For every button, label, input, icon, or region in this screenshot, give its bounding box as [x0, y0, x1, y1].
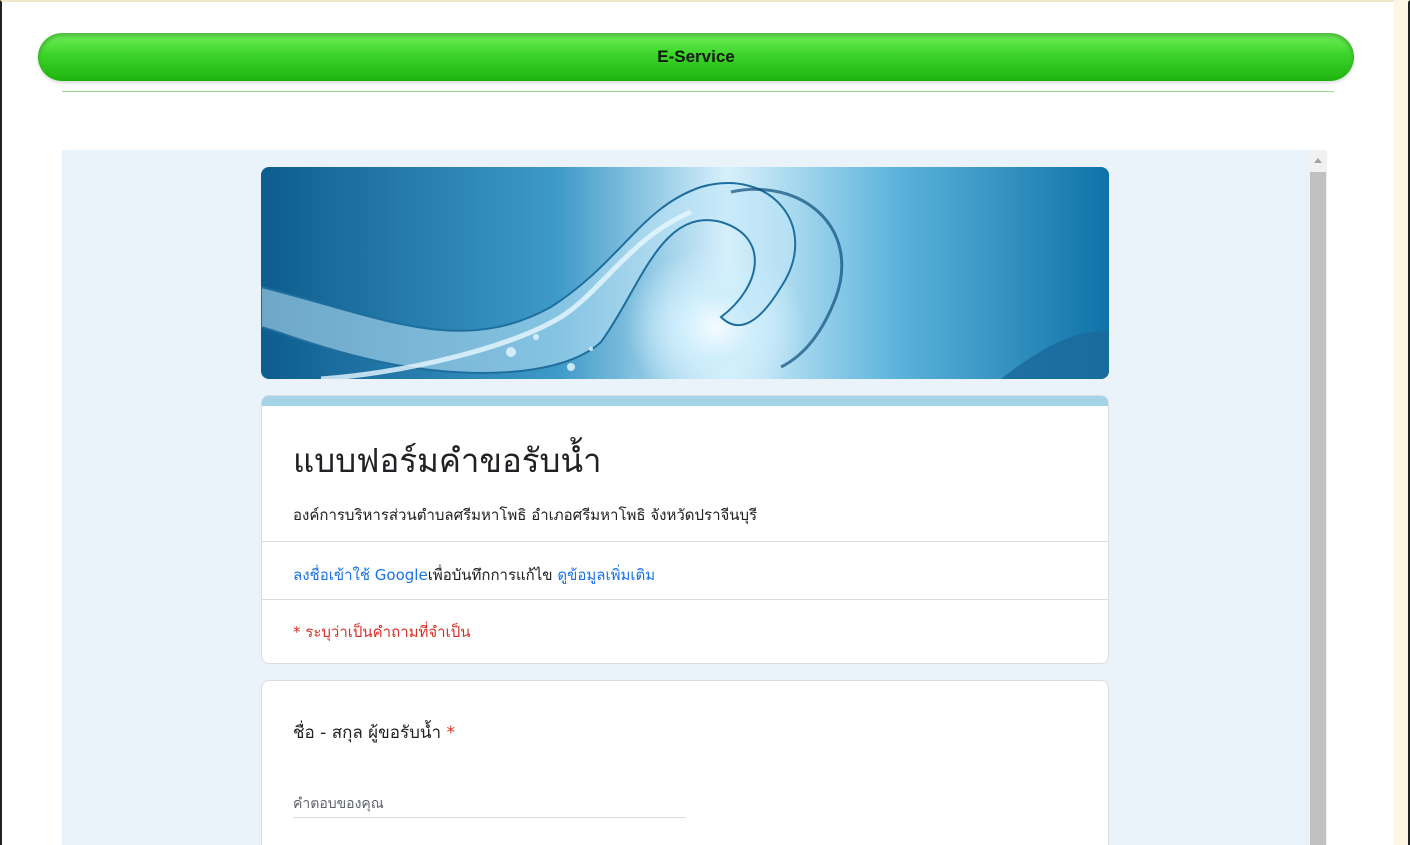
form-title-card: แบบฟอร์มคำขอรับน้ำ องค์การบริหารส่วนตำบล… — [261, 395, 1109, 664]
signin-line: ลงชื่อเข้าใช้ Googleเพื่อบันทึกการแก้ไข … — [293, 563, 655, 587]
learn-more-link[interactable]: ดูข้อมูลเพิ่มเติม — [557, 566, 655, 584]
question-card: ชื่อ - สกุล ผู้ขอรับน้ำ * คำตอบของคุณ — [261, 680, 1109, 845]
signin-link[interactable]: ลงชื่อเข้าใช้ Google — [293, 566, 428, 584]
page-edge — [1394, 0, 1408, 845]
triangle-up-icon[interactable] — [1314, 158, 1322, 163]
required-note: * ระบุว่าเป็นคำถามที่จำเป็น — [293, 623, 471, 641]
form-description: องค์การบริหารส่วนตำบลศรีมหาโพธิ อำเภอศรี… — [293, 506, 758, 524]
header-image — [261, 167, 1109, 379]
eservice-banner: E-Service — [38, 33, 1354, 81]
divider — [262, 599, 1108, 600]
water-splash-image — [261, 182, 1109, 379]
signin-text: เพื่อบันทึกการแก้ไข — [427, 566, 553, 584]
question-label: ชื่อ - สกุล ผู้ขอรับน้ำ * — [293, 719, 455, 746]
card-accent-bar — [262, 396, 1108, 406]
answer-placeholder: คำตอบของคุณ — [293, 796, 384, 812]
banner-title: E-Service — [657, 47, 735, 66]
divider — [262, 541, 1108, 542]
scroll-thumb[interactable] — [1310, 172, 1326, 845]
form-title: แบบฟอร์มคำขอรับน้ำ — [293, 441, 602, 480]
scrollbar[interactable] — [1309, 150, 1327, 845]
banner-divider — [62, 91, 1334, 92]
embedded-form-frame[interactable]: แบบฟอร์มคำขอรับน้ำ องค์การบริหารส่วนตำบล… — [62, 150, 1327, 845]
question-text: ชื่อ - สกุล ผู้ขอรับน้ำ — [293, 723, 442, 743]
required-star: * — [446, 723, 455, 743]
answer-input[interactable]: คำตอบของคุณ — [293, 783, 686, 818]
